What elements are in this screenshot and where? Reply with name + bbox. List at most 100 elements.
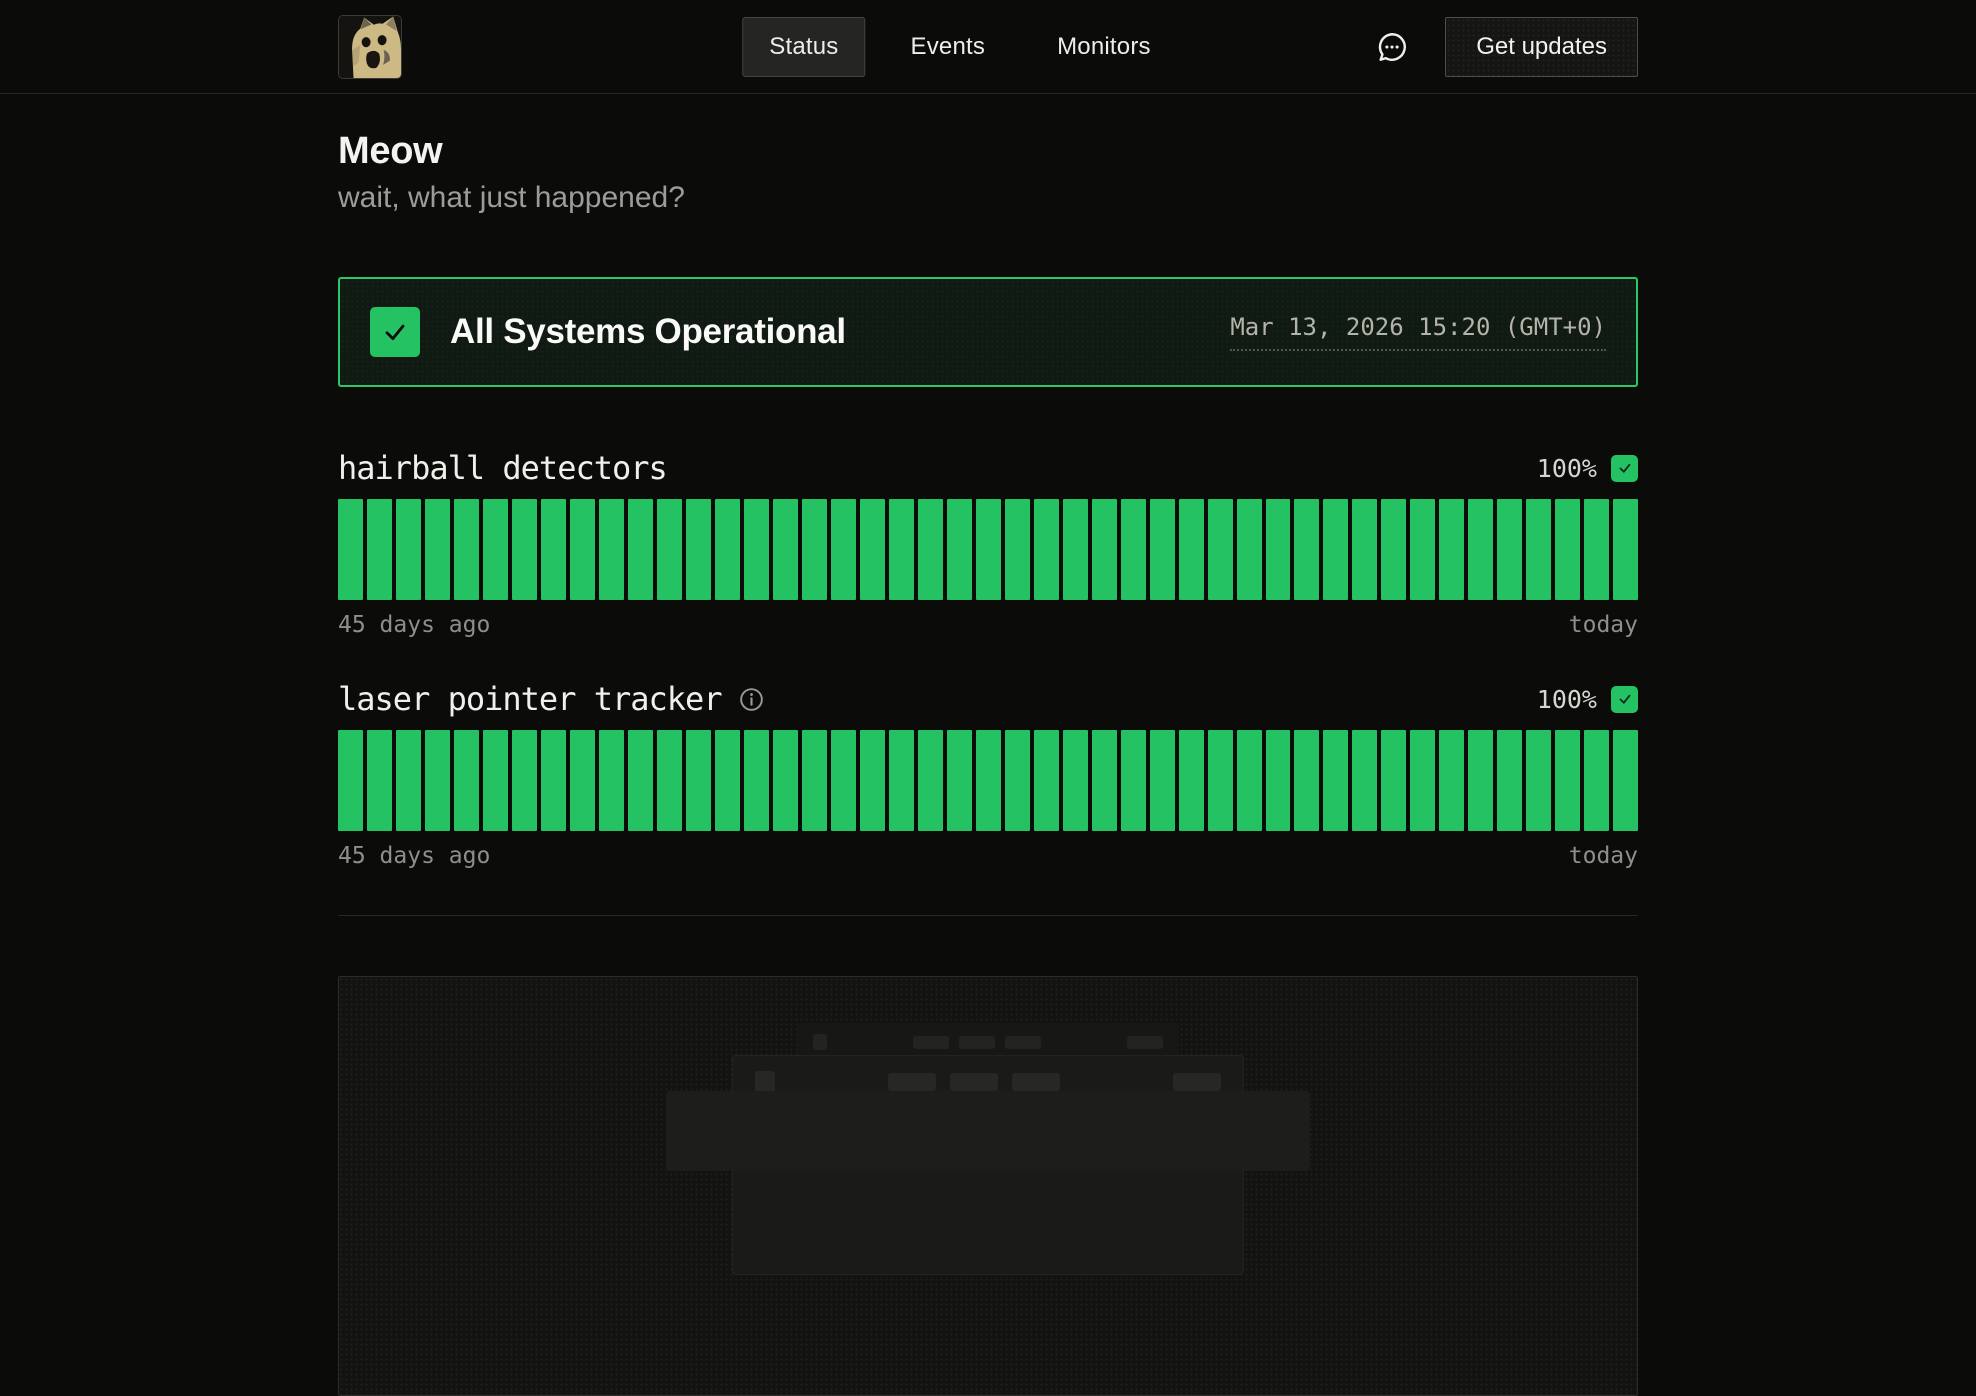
uptime-bar[interactable] xyxy=(802,499,827,600)
uptime-bar[interactable] xyxy=(1323,499,1348,600)
uptime-bar[interactable] xyxy=(1584,499,1609,600)
uptime-bar[interactable] xyxy=(483,730,508,831)
uptime-bar[interactable] xyxy=(1121,730,1146,831)
uptime-bar[interactable] xyxy=(947,499,972,600)
uptime-bar[interactable] xyxy=(1352,730,1377,831)
uptime-bar[interactable] xyxy=(715,730,740,831)
uptime-bar[interactable] xyxy=(657,499,682,600)
uptime-bar[interactable] xyxy=(1410,499,1435,600)
uptime-bar[interactable] xyxy=(686,730,711,831)
uptime-bar[interactable] xyxy=(918,730,943,831)
uptime-bar[interactable] xyxy=(541,499,566,600)
uptime-bar[interactable] xyxy=(1584,730,1609,831)
chat-bubble-icon[interactable] xyxy=(1375,30,1409,64)
uptime-bar[interactable] xyxy=(1468,730,1493,831)
uptime-bar[interactable] xyxy=(1208,499,1233,600)
uptime-bar[interactable] xyxy=(831,499,856,600)
uptime-bar[interactable] xyxy=(947,730,972,831)
uptime-bar[interactable] xyxy=(1063,499,1088,600)
uptime-bar[interactable] xyxy=(1005,730,1030,831)
uptime-bar[interactable] xyxy=(338,730,363,831)
uptime-bar[interactable] xyxy=(1150,499,1175,600)
uptime-bar[interactable] xyxy=(1410,730,1435,831)
uptime-bar[interactable] xyxy=(657,730,682,831)
uptime-bar[interactable] xyxy=(976,499,1001,600)
get-updates-button[interactable]: Get updates xyxy=(1445,17,1638,77)
uptime-bar[interactable] xyxy=(1381,730,1406,831)
tab-monitors[interactable]: Monitors xyxy=(1030,17,1178,77)
uptime-bar[interactable] xyxy=(744,730,769,831)
uptime-bar[interactable] xyxy=(1237,499,1262,600)
uptime-bar[interactable] xyxy=(1497,499,1522,600)
uptime-bar[interactable] xyxy=(715,499,740,600)
uptime-bar[interactable] xyxy=(1034,499,1059,600)
uptime-bar[interactable] xyxy=(1352,499,1377,600)
uptime-bar[interactable] xyxy=(1237,730,1262,831)
site-logo[interactable] xyxy=(338,15,402,79)
uptime-bar[interactable] xyxy=(367,730,392,831)
uptime-bar[interactable] xyxy=(1092,499,1117,600)
uptime-bar[interactable] xyxy=(338,499,363,600)
status-timestamp[interactable]: Mar 13, 2026 15:20 (GMT+0) xyxy=(1230,313,1606,351)
uptime-bar[interactable] xyxy=(773,730,798,831)
uptime-bar[interactable] xyxy=(628,499,653,600)
uptime-bar[interactable] xyxy=(1613,499,1638,600)
uptime-bar[interactable] xyxy=(686,499,711,600)
uptime-bar[interactable] xyxy=(802,730,827,831)
uptime-bar[interactable] xyxy=(570,499,595,600)
uptime-bar[interactable] xyxy=(1439,499,1464,600)
uptime-bar[interactable] xyxy=(1005,499,1030,600)
uptime-bar[interactable] xyxy=(454,730,479,831)
uptime-bar[interactable] xyxy=(396,499,421,600)
uptime-bar[interactable] xyxy=(483,499,508,600)
tab-events[interactable]: Events xyxy=(884,17,1013,77)
tab-status[interactable]: Status xyxy=(742,17,865,77)
uptime-bar[interactable] xyxy=(976,730,1001,831)
uptime-bar[interactable] xyxy=(599,730,624,831)
uptime-bar[interactable] xyxy=(425,499,450,600)
uptime-bar[interactable] xyxy=(918,499,943,600)
uptime-bar[interactable] xyxy=(1063,730,1088,831)
uptime-bar[interactable] xyxy=(1294,730,1319,831)
uptime-bar[interactable] xyxy=(1208,730,1233,831)
uptime-bar[interactable] xyxy=(744,499,769,600)
promo-preview-card[interactable] xyxy=(338,976,1638,1396)
uptime-bar[interactable] xyxy=(396,730,421,831)
uptime-bar[interactable] xyxy=(1266,730,1291,831)
uptime-bar[interactable] xyxy=(889,730,914,831)
uptime-bar[interactable] xyxy=(541,730,566,831)
uptime-bar[interactable] xyxy=(1266,499,1291,600)
uptime-bar[interactable] xyxy=(860,730,885,831)
uptime-bar[interactable] xyxy=(425,730,450,831)
uptime-bar[interactable] xyxy=(1323,730,1348,831)
uptime-bar[interactable] xyxy=(1179,730,1204,831)
skeleton-pill xyxy=(1012,1073,1060,1091)
uptime-bar[interactable] xyxy=(1468,499,1493,600)
uptime-bar[interactable] xyxy=(1381,499,1406,600)
uptime-bar[interactable] xyxy=(1092,730,1117,831)
uptime-bar[interactable] xyxy=(831,730,856,831)
uptime-bar[interactable] xyxy=(1526,499,1551,600)
uptime-bar[interactable] xyxy=(1439,730,1464,831)
uptime-bar[interactable] xyxy=(454,499,479,600)
uptime-bar[interactable] xyxy=(1526,730,1551,831)
uptime-bar[interactable] xyxy=(1555,730,1580,831)
uptime-bar[interactable] xyxy=(1613,730,1638,831)
uptime-bar[interactable] xyxy=(1294,499,1319,600)
info-icon[interactable] xyxy=(738,686,765,713)
uptime-bar[interactable] xyxy=(570,730,595,831)
uptime-bar[interactable] xyxy=(1497,730,1522,831)
uptime-bar[interactable] xyxy=(1034,730,1059,831)
uptime-bar[interactable] xyxy=(512,499,537,600)
uptime-bar[interactable] xyxy=(512,730,537,831)
uptime-bar[interactable] xyxy=(773,499,798,600)
uptime-bar[interactable] xyxy=(599,499,624,600)
uptime-bar[interactable] xyxy=(889,499,914,600)
uptime-bar[interactable] xyxy=(1179,499,1204,600)
uptime-bar[interactable] xyxy=(1121,499,1146,600)
uptime-bar[interactable] xyxy=(1150,730,1175,831)
uptime-bar[interactable] xyxy=(860,499,885,600)
uptime-bar[interactable] xyxy=(628,730,653,831)
uptime-bar[interactable] xyxy=(367,499,392,600)
uptime-bar[interactable] xyxy=(1555,499,1580,600)
